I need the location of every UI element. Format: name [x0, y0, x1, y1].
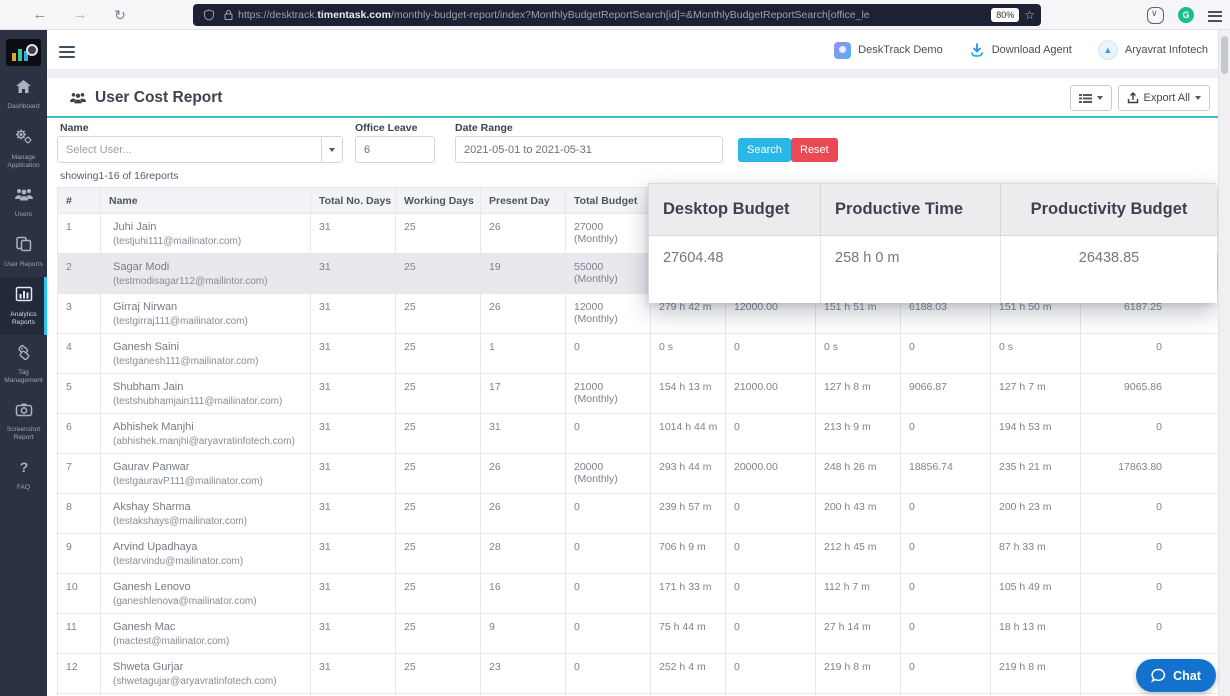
bookmark-star-icon[interactable]: ☆	[1024, 8, 1035, 22]
chevron-down-icon	[321, 137, 342, 162]
popup-value-productivity-budget: 26438.85	[1001, 236, 1217, 303]
results-count-text: showing1-16 of 16reports	[60, 170, 179, 182]
pocket-icon[interactable]	[1147, 7, 1164, 24]
page-scrollbar[interactable]	[1218, 30, 1230, 696]
sidebar-item-faq[interactable]: ? FAQ	[0, 450, 47, 500]
sidebar-item-tag-management[interactable]: Tag Management	[0, 335, 47, 393]
browser-forward-icon[interactable]: →	[68, 3, 92, 27]
users-icon	[14, 187, 34, 202]
magnifier-popup: Desktop Budget Productive Time Productiv…	[648, 183, 1216, 302]
report-title-bar: User Cost Report Export All	[47, 78, 1218, 118]
date-range-input[interactable]	[455, 136, 723, 163]
sidebar-item-user-reports[interactable]: User Reports	[0, 227, 47, 277]
name-label: Name	[60, 122, 89, 134]
scrollbar-thumb[interactable]	[1221, 36, 1228, 74]
browser-toolbar: ← → ↻ https://desktrack.timentask.com/mo…	[0, 0, 1230, 30]
sidebar: Dashboard Manage Application Users Use	[0, 30, 47, 696]
date-range-label: Date Range	[455, 122, 513, 134]
col-header-num: #	[58, 188, 101, 214]
user-select[interactable]: Select User...	[57, 136, 343, 163]
browser-reload-icon[interactable]: ↻	[108, 3, 132, 27]
popup-value-desktop-budget: 27604.48	[649, 236, 821, 303]
avatar: ▲	[1098, 40, 1118, 60]
search-button[interactable]: Search	[738, 138, 791, 162]
export-icon	[1127, 92, 1139, 104]
table-row[interactable]: 11 Ganesh Mac (mactest@mailinator.com) 3…	[58, 614, 1219, 654]
sidebar-item-users[interactable]: Users	[0, 178, 47, 227]
col-header-working-days: Working Days	[396, 188, 481, 214]
gears-icon	[14, 128, 33, 145]
popup-value-productive-time: 258 h 0 m	[821, 236, 1001, 303]
account-menu[interactable]: ▲ Aryavrat Infotech	[1098, 40, 1208, 60]
browser-back-icon[interactable]: ←	[28, 3, 52, 27]
zoom-level-badge[interactable]: 80%	[991, 8, 1019, 22]
sidebar-item-manage-application[interactable]: Manage Application	[0, 119, 47, 178]
question-icon: ?	[16, 459, 32, 475]
page-title: User Cost Report	[69, 89, 222, 107]
table-row[interactable]: 6 Abhishek Manjhi (abhishek.manjhi@aryav…	[58, 414, 1219, 454]
extension-icon[interactable]: G	[1178, 7, 1194, 23]
users-icon	[69, 91, 87, 105]
app-header: DeskTrack Demo Download Agent ▲ Aryavrat…	[47, 30, 1218, 70]
table-row[interactable]: 4 Ganesh Saini (testganesh111@mailinator…	[58, 334, 1219, 374]
sidebar-item-dashboard[interactable]: Dashboard	[0, 70, 47, 119]
browser-address-bar[interactable]: https://desktrack.timentask.com/monthly-…	[193, 4, 1041, 26]
office-leave-label: Office Leave	[355, 122, 417, 134]
col-header-total-days: Total No. Days	[311, 188, 396, 214]
desktrack-logo[interactable]	[6, 39, 41, 66]
download-icon	[969, 42, 985, 58]
home-icon	[15, 79, 32, 94]
copy-pages-icon	[15, 236, 33, 252]
col-header-name: Name	[101, 188, 311, 214]
columns-menu-button[interactable]	[1070, 85, 1112, 111]
table-row[interactable]: 7 Gaurav Panwar (testgauravP111@mailinat…	[58, 454, 1219, 494]
camera-icon	[15, 402, 33, 417]
table-row[interactable]: 8 Akshay Sharma (testakshays@mailinator.…	[58, 494, 1219, 534]
demo-icon	[834, 42, 851, 59]
popup-header-productivity-budget: Productivity Budget	[1001, 184, 1217, 236]
popup-header-productive-time: Productive Time	[821, 184, 1001, 236]
chat-bubble-icon	[1151, 668, 1166, 683]
hamburger-menu-icon[interactable]	[59, 43, 75, 61]
filters: Name Office Leave Date Range Select User…	[47, 118, 1218, 188]
tracking-shield-icon[interactable]	[203, 9, 215, 21]
lock-icon[interactable]	[223, 9, 234, 21]
browser-menu-icon[interactable]	[1208, 8, 1228, 28]
table-row[interactable]: 5 Shubham Jain (testshubhamjain111@maili…	[58, 374, 1219, 414]
desktrack-demo-link[interactable]: DeskTrack Demo	[834, 42, 943, 59]
table-row[interactable]: 10 Ganesh Lenovo (ganeshlenova@mailinato…	[58, 574, 1219, 614]
export-all-button[interactable]: Export All	[1118, 85, 1210, 111]
office-leave-input[interactable]	[355, 136, 435, 163]
table-row[interactable]: 12 Shweta Gurjar (shwetagujar@aryavratin…	[58, 654, 1219, 694]
download-agent-link[interactable]: Download Agent	[969, 42, 1072, 58]
sidebar-item-analytics-reports[interactable]: Analytics Reports	[0, 277, 47, 335]
screen: ← → ↻ https://desktrack.timentask.com/mo…	[0, 0, 1230, 696]
list-icon	[1079, 93, 1092, 104]
col-header-total-budget: Total Budget	[566, 188, 651, 214]
sidebar-item-screenshot-report[interactable]: Screenshot Report	[0, 393, 47, 450]
url-text: https://desktrack.timentask.com/monthly-…	[238, 9, 986, 21]
reset-button[interactable]: Reset	[791, 138, 838, 162]
table-row[interactable]: 9 Arvind Upadhaya (testarvindu@mailinato…	[58, 534, 1219, 574]
bar-chart-icon	[15, 286, 33, 302]
svg-text:?: ?	[19, 459, 28, 475]
popup-header-desktop-budget: Desktop Budget	[649, 184, 821, 236]
tags-icon	[15, 344, 33, 360]
col-header-present-day: Present Day	[481, 188, 566, 214]
report-card: User Cost Report Export All Name Office …	[47, 78, 1218, 696]
chat-button[interactable]: Chat	[1136, 659, 1216, 692]
